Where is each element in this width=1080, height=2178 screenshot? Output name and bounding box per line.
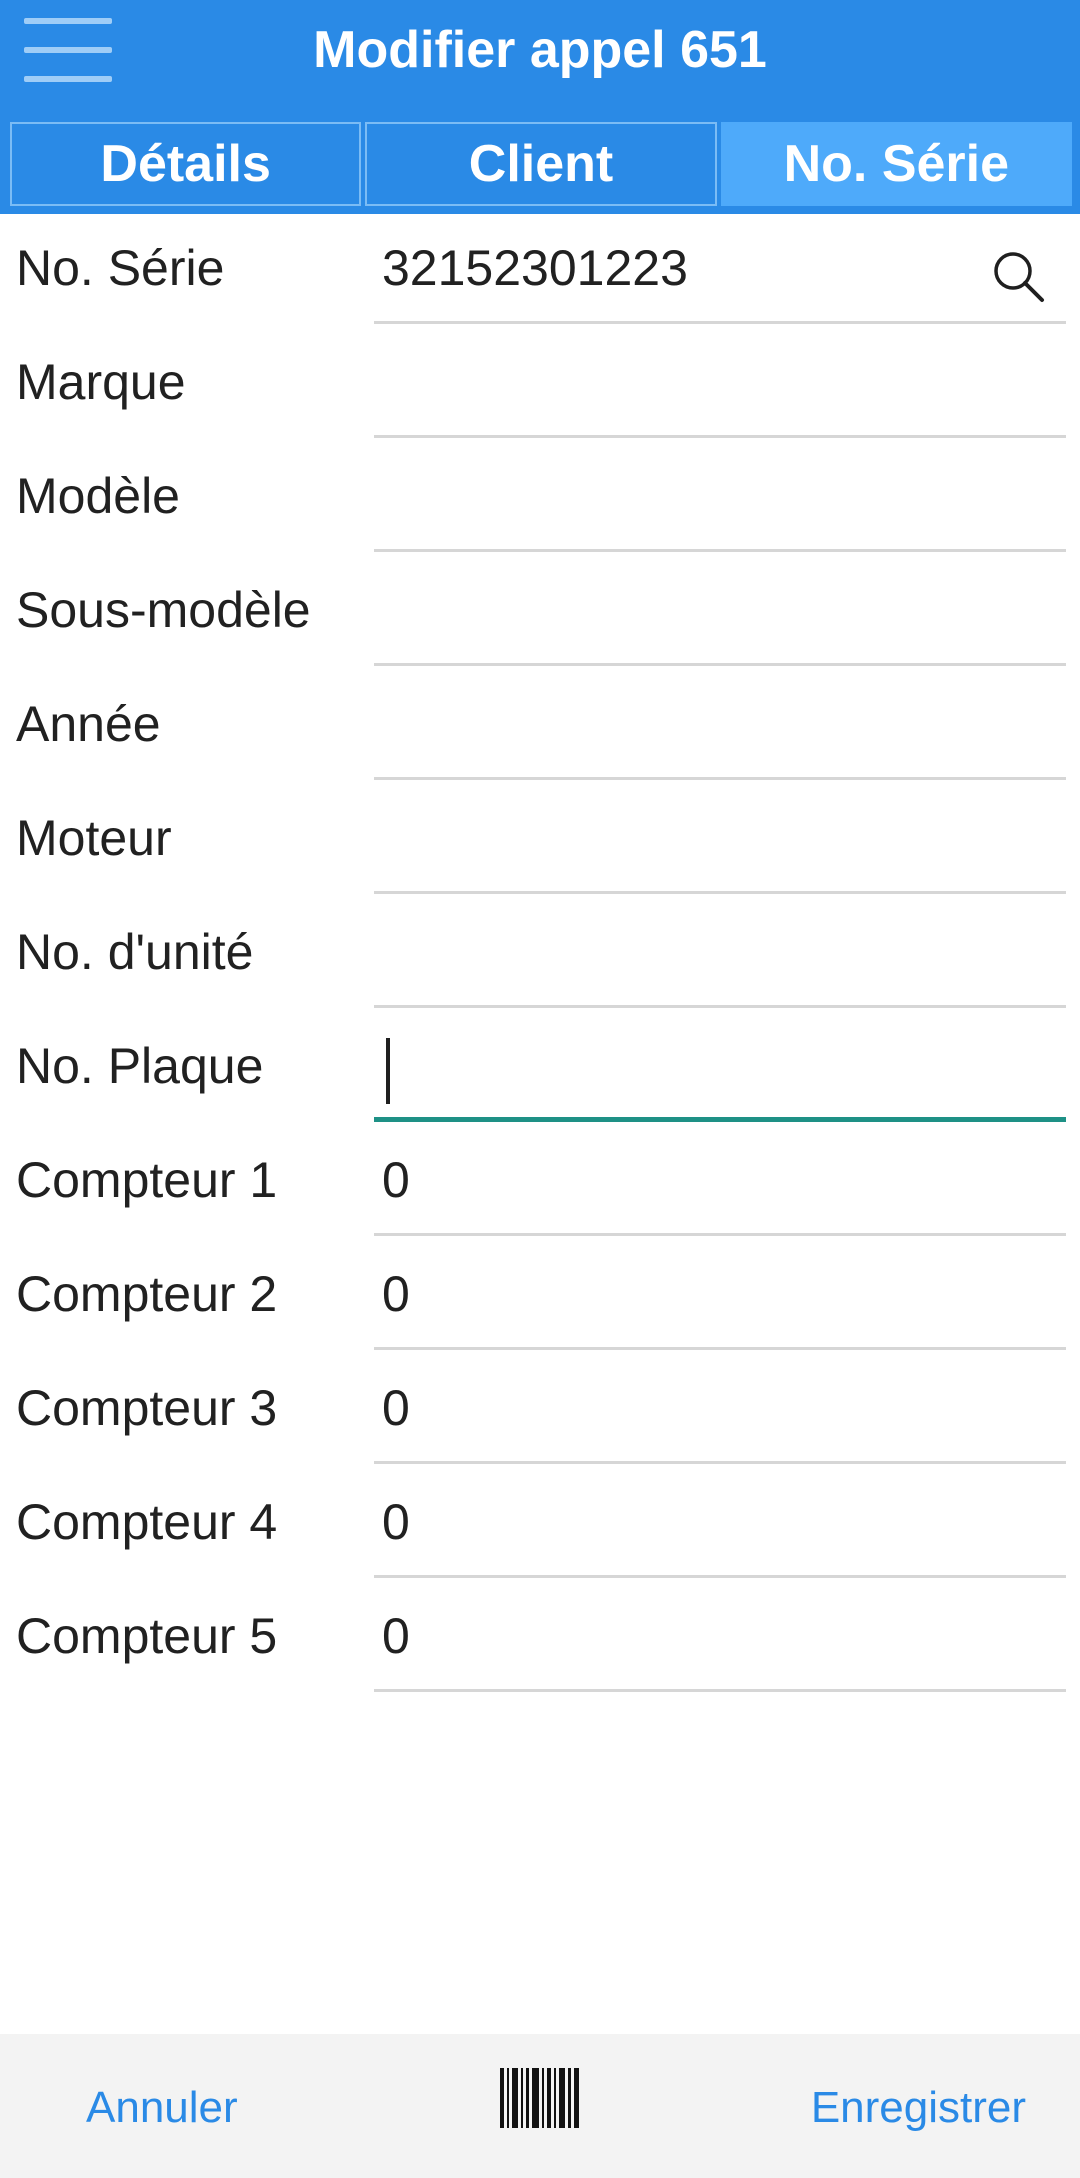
model-label: Modèle xyxy=(16,468,180,524)
tab-label: Client xyxy=(468,135,614,193)
serial-label: No. Série xyxy=(16,240,225,296)
counter-4-field[interactable]: 0 xyxy=(374,1478,1066,1578)
plate-number-label: No. Plaque xyxy=(16,1038,264,1094)
bottom-action-bar: Annuler Enregistrer xyxy=(0,2034,1080,2178)
form-row-brand: Marque xyxy=(0,328,1080,442)
counter-3-value: 0 xyxy=(382,1380,410,1436)
submodel-label: Sous-modèle xyxy=(16,582,311,638)
serial-form: No. Série 32152301223 Marque Modèle Sous… xyxy=(0,214,1080,1696)
counter-1-value: 0 xyxy=(382,1152,410,1208)
form-row-serial: No. Série 32152301223 xyxy=(0,214,1080,328)
form-row-counter-1: Compteur 1 0 xyxy=(0,1126,1080,1240)
save-button[interactable]: Enregistrer xyxy=(811,2080,1026,2136)
engine-field[interactable] xyxy=(374,794,1066,894)
counter-2-label: Compteur 2 xyxy=(16,1266,278,1322)
brand-label: Marque xyxy=(16,354,186,410)
app-bar: Modifier appel 651 Détails Client No. Sé… xyxy=(0,0,1080,214)
form-row-plate-number: No. Plaque xyxy=(0,1012,1080,1126)
year-label: Année xyxy=(16,696,161,752)
counter-4-label: Compteur 4 xyxy=(16,1494,278,1550)
tab-details[interactable]: Détails xyxy=(10,122,362,206)
unit-number-field[interactable] xyxy=(374,908,1066,1008)
unit-number-label: No. d'unité xyxy=(16,924,254,980)
counter-2-value: 0 xyxy=(382,1266,410,1322)
counter-5-field[interactable]: 0 xyxy=(374,1592,1066,1692)
text-cursor xyxy=(386,1038,390,1104)
tab-label: Détails xyxy=(100,135,271,193)
form-row-year: Année xyxy=(0,670,1080,784)
submodel-field[interactable] xyxy=(374,566,1066,666)
form-row-counter-4: Compteur 4 0 xyxy=(0,1468,1080,1582)
counter-5-value: 0 xyxy=(382,1608,410,1664)
tab-client[interactable]: Client xyxy=(365,122,717,206)
tab-bar: Détails Client No. Série xyxy=(10,122,1072,206)
tab-serial-number[interactable]: No. Série xyxy=(720,122,1072,206)
form-row-counter-2: Compteur 2 0 xyxy=(0,1240,1080,1354)
counter-3-label: Compteur 3 xyxy=(16,1380,278,1436)
counter-4-value: 0 xyxy=(382,1494,410,1550)
engine-label: Moteur xyxy=(16,810,172,866)
page-title: Modifier appel 651 xyxy=(313,21,767,79)
brand-field[interactable] xyxy=(374,338,1066,438)
form-row-model: Modèle xyxy=(0,442,1080,556)
form-row-counter-5: Compteur 5 0 xyxy=(0,1582,1080,1696)
serial-field[interactable]: 32152301223 xyxy=(374,224,1066,324)
form-row-unit-number: No. d'unité xyxy=(0,898,1080,1012)
counter-2-field[interactable]: 0 xyxy=(374,1250,1066,1350)
tab-label: No. Série xyxy=(783,135,1010,193)
search-icon[interactable] xyxy=(990,248,1046,304)
plate-number-field[interactable] xyxy=(374,1022,1066,1122)
counter-1-label: Compteur 1 xyxy=(16,1152,278,1208)
form-row-engine: Moteur xyxy=(0,784,1080,898)
counter-3-field[interactable]: 0 xyxy=(374,1364,1066,1464)
form-row-submodel: Sous-modèle xyxy=(0,556,1080,670)
counter-5-label: Compteur 5 xyxy=(16,1608,278,1664)
model-field[interactable] xyxy=(374,452,1066,552)
serial-value: 32152301223 xyxy=(382,240,688,296)
counter-1-field[interactable]: 0 xyxy=(374,1136,1066,1236)
form-row-counter-3: Compteur 3 0 xyxy=(0,1354,1080,1468)
barcode-scan-icon[interactable] xyxy=(500,2068,580,2128)
cancel-button[interactable]: Annuler xyxy=(86,2080,238,2136)
year-field[interactable] xyxy=(374,680,1066,780)
